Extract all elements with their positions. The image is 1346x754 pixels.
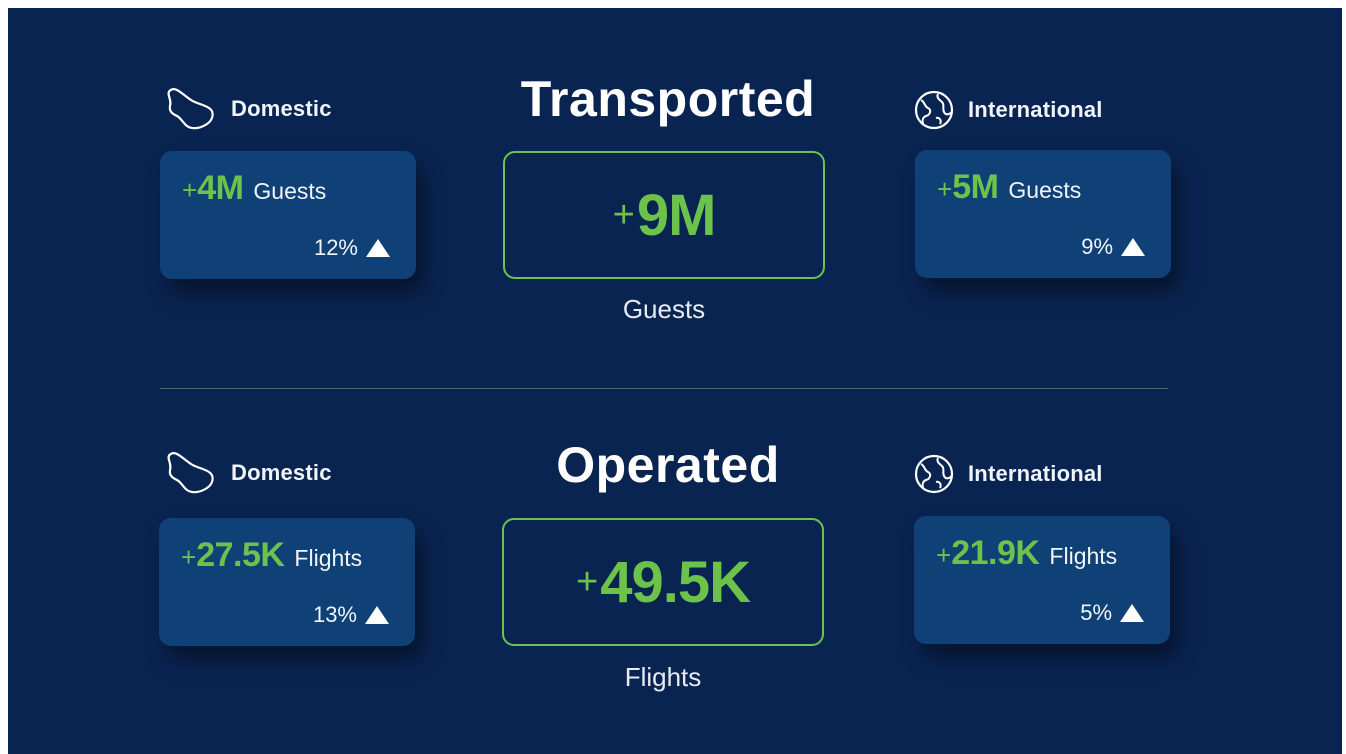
total-flights-box: + 49.5K (502, 518, 824, 646)
international-label-transported: International (912, 88, 1103, 132)
globe-icon (914, 454, 954, 494)
stat-number: 21.9K (951, 534, 1040, 572)
country-outline-icon (167, 452, 214, 494)
stat-unit: Guests (253, 178, 327, 204)
stat-number: 5M (952, 168, 999, 206)
domestic-label-transported: Domestic (163, 86, 332, 132)
stat-unit: Guests (1008, 177, 1082, 203)
domestic-label-operated: Domestic (163, 450, 332, 496)
stat-unit: Flights (1049, 543, 1118, 569)
change-percent: 9% (1081, 234, 1113, 259)
international-label-operated: International (912, 452, 1103, 496)
stat-value: + 5M Guests (937, 168, 1081, 207)
triangle-up-icon (1121, 238, 1145, 256)
domestic-label-text: Domestic (231, 460, 332, 485)
stat-value: + 27.5K Flights (181, 536, 362, 575)
stat-unit: Flights (294, 545, 363, 571)
stat-value: + 21.9K Flights (936, 534, 1117, 573)
domestic-guests-card: + 4M Guests 12% (160, 151, 416, 279)
change-indicator: 12% (314, 235, 390, 261)
domestic-flights-card: + 27.5K Flights 13% (159, 518, 415, 646)
plus-sign: + (182, 175, 198, 205)
total-guests-box: + 9M (503, 151, 825, 279)
stat-number: 27.5K (196, 536, 285, 574)
triangle-up-icon (366, 239, 390, 257)
stat-value: + 4M Guests (182, 169, 326, 208)
triangle-up-icon (1120, 604, 1144, 622)
change-percent: 13% (312, 602, 357, 627)
country-outline-icon (167, 88, 214, 130)
plus-sign: + (181, 542, 197, 572)
total-number: 9M (636, 182, 717, 248)
plus-sign: + (576, 560, 599, 603)
international-label-text: International (968, 97, 1103, 122)
domestic-label-text: Domestic (231, 96, 332, 121)
total-unit-label: Flights (624, 662, 702, 692)
change-percent: 12% (313, 235, 358, 260)
international-label-text: International (968, 461, 1103, 486)
change-percent: 5% (1080, 600, 1112, 625)
triangle-up-icon (365, 606, 389, 624)
section-divider (160, 388, 1168, 389)
total-number: 49.5K (600, 549, 751, 615)
stats-panel: Domestic Transported International + 4M … (8, 8, 1342, 754)
international-guests-card: + 5M Guests 9% (915, 150, 1171, 278)
plus-sign: + (936, 540, 952, 570)
change-indicator: 5% (1080, 600, 1144, 626)
change-indicator: 13% (313, 602, 389, 628)
change-indicator: 9% (1081, 234, 1145, 260)
plus-sign: + (937, 174, 953, 204)
globe-icon (914, 90, 954, 130)
plus-sign: + (612, 193, 635, 236)
section-title-transported: Transported (520, 71, 816, 127)
total-unit-label: Guests (622, 294, 706, 324)
stat-number: 4M (197, 169, 244, 207)
international-flights-card: + 21.9K Flights 5% (914, 516, 1170, 644)
section-title-operated: Operated (556, 437, 780, 493)
